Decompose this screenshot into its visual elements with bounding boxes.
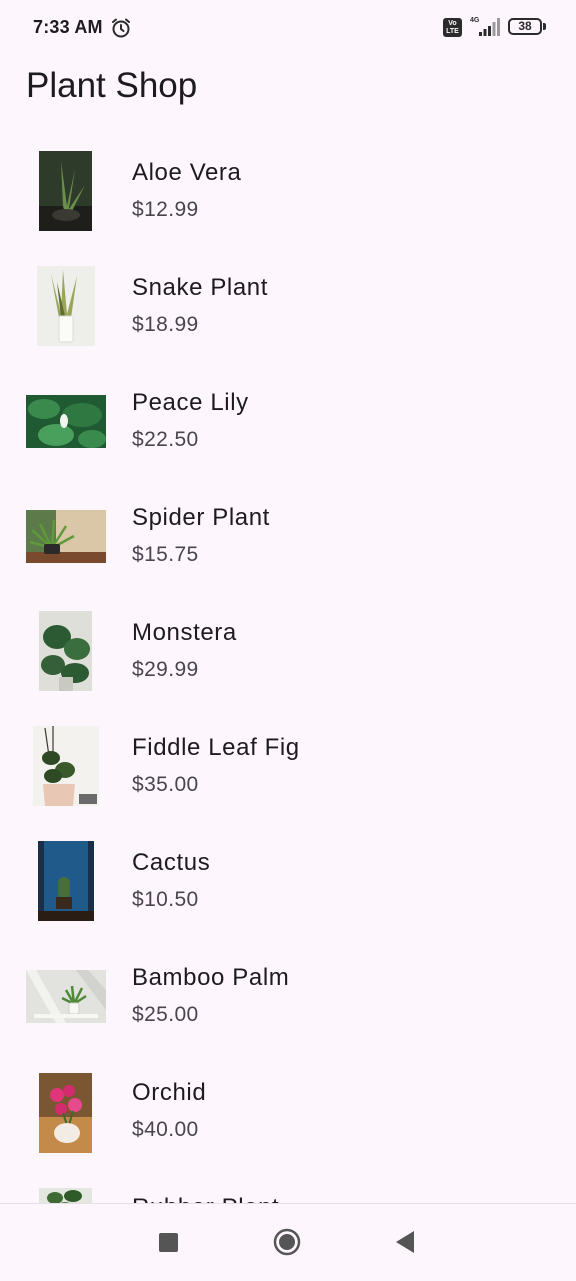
recents-icon[interactable]: [159, 1233, 178, 1252]
plant-name: Cactus: [132, 849, 211, 876]
list-item[interactable]: Cactus $10.50: [0, 821, 576, 936]
plant-thumbnail: [26, 510, 106, 563]
signal-icon: 4G: [470, 17, 500, 36]
plant-price: $18.99: [132, 313, 199, 336]
list-item[interactable]: Snake Plant $18.99: [0, 246, 576, 361]
list-item[interactable]: Aloe Vera $12.99: [0, 131, 576, 246]
plant-price: $29.99: [132, 658, 199, 681]
plant-thumbnail: [39, 611, 92, 691]
plant-thumbnail: [33, 726, 99, 806]
plant-name: Aloe Vera: [132, 159, 242, 186]
plant-name: Orchid: [132, 1079, 207, 1106]
plant-price: $25.00: [132, 1003, 199, 1026]
system-navigation-bar: [0, 1203, 576, 1281]
plant-thumbnail: [39, 151, 92, 231]
status-bar: 7:33 AM Vo LTE 4G 38: [0, 0, 576, 56]
home-icon[interactable]: [273, 1228, 301, 1256]
plant-thumbnail: [38, 841, 94, 921]
page-title: Plant Shop: [26, 66, 198, 105]
plant-name: Monstera: [132, 619, 237, 646]
back-icon[interactable]: [394, 1229, 416, 1255]
plant-thumbnail: [26, 395, 106, 448]
battery-icon: 38: [508, 18, 548, 38]
plant-price: $35.00: [132, 773, 199, 796]
volte-icon: Vo LTE: [443, 18, 462, 37]
plant-price: $15.75: [132, 543, 199, 566]
plant-name: Bamboo Palm: [132, 964, 290, 991]
svg-text:4G: 4G: [470, 17, 480, 24]
list-item[interactable]: Spider Plant $15.75: [0, 476, 576, 591]
battery-level: 38: [508, 18, 542, 35]
plant-price: $12.99: [132, 198, 199, 221]
plant-name: Fiddle Leaf Fig: [132, 734, 300, 761]
plant-price: $22.50: [132, 428, 199, 451]
plant-price: $40.00: [132, 1118, 199, 1141]
list-item[interactable]: Peace Lily $22.50: [0, 361, 576, 476]
plant-thumbnail: [26, 970, 106, 1023]
list-item[interactable]: Bamboo Palm $25.00: [0, 936, 576, 1051]
plant-thumbnail: [37, 266, 95, 346]
status-time: 7:33 AM: [33, 17, 103, 37]
list-item[interactable]: Monstera $29.99: [0, 591, 576, 706]
plant-price: $10.50: [132, 888, 199, 911]
plant-name: Rubber Plant: [132, 1194, 279, 1203]
plant-thumbnail: [39, 1073, 92, 1153]
plant-name: Snake Plant: [132, 274, 269, 301]
list-item[interactable]: Rubber Plant: [0, 1166, 576, 1203]
plant-name: Peace Lily: [132, 389, 249, 416]
list-item[interactable]: Fiddle Leaf Fig $35.00: [0, 706, 576, 821]
plant-thumbnail: [39, 1188, 92, 1203]
alarm-icon: [112, 18, 130, 38]
list-item[interactable]: Orchid $40.00: [0, 1051, 576, 1166]
plant-list[interactable]: Aloe Vera $12.99 Snake Plant $18.99 Peac…: [0, 131, 576, 1203]
plant-name: Spider Plant: [132, 504, 270, 531]
